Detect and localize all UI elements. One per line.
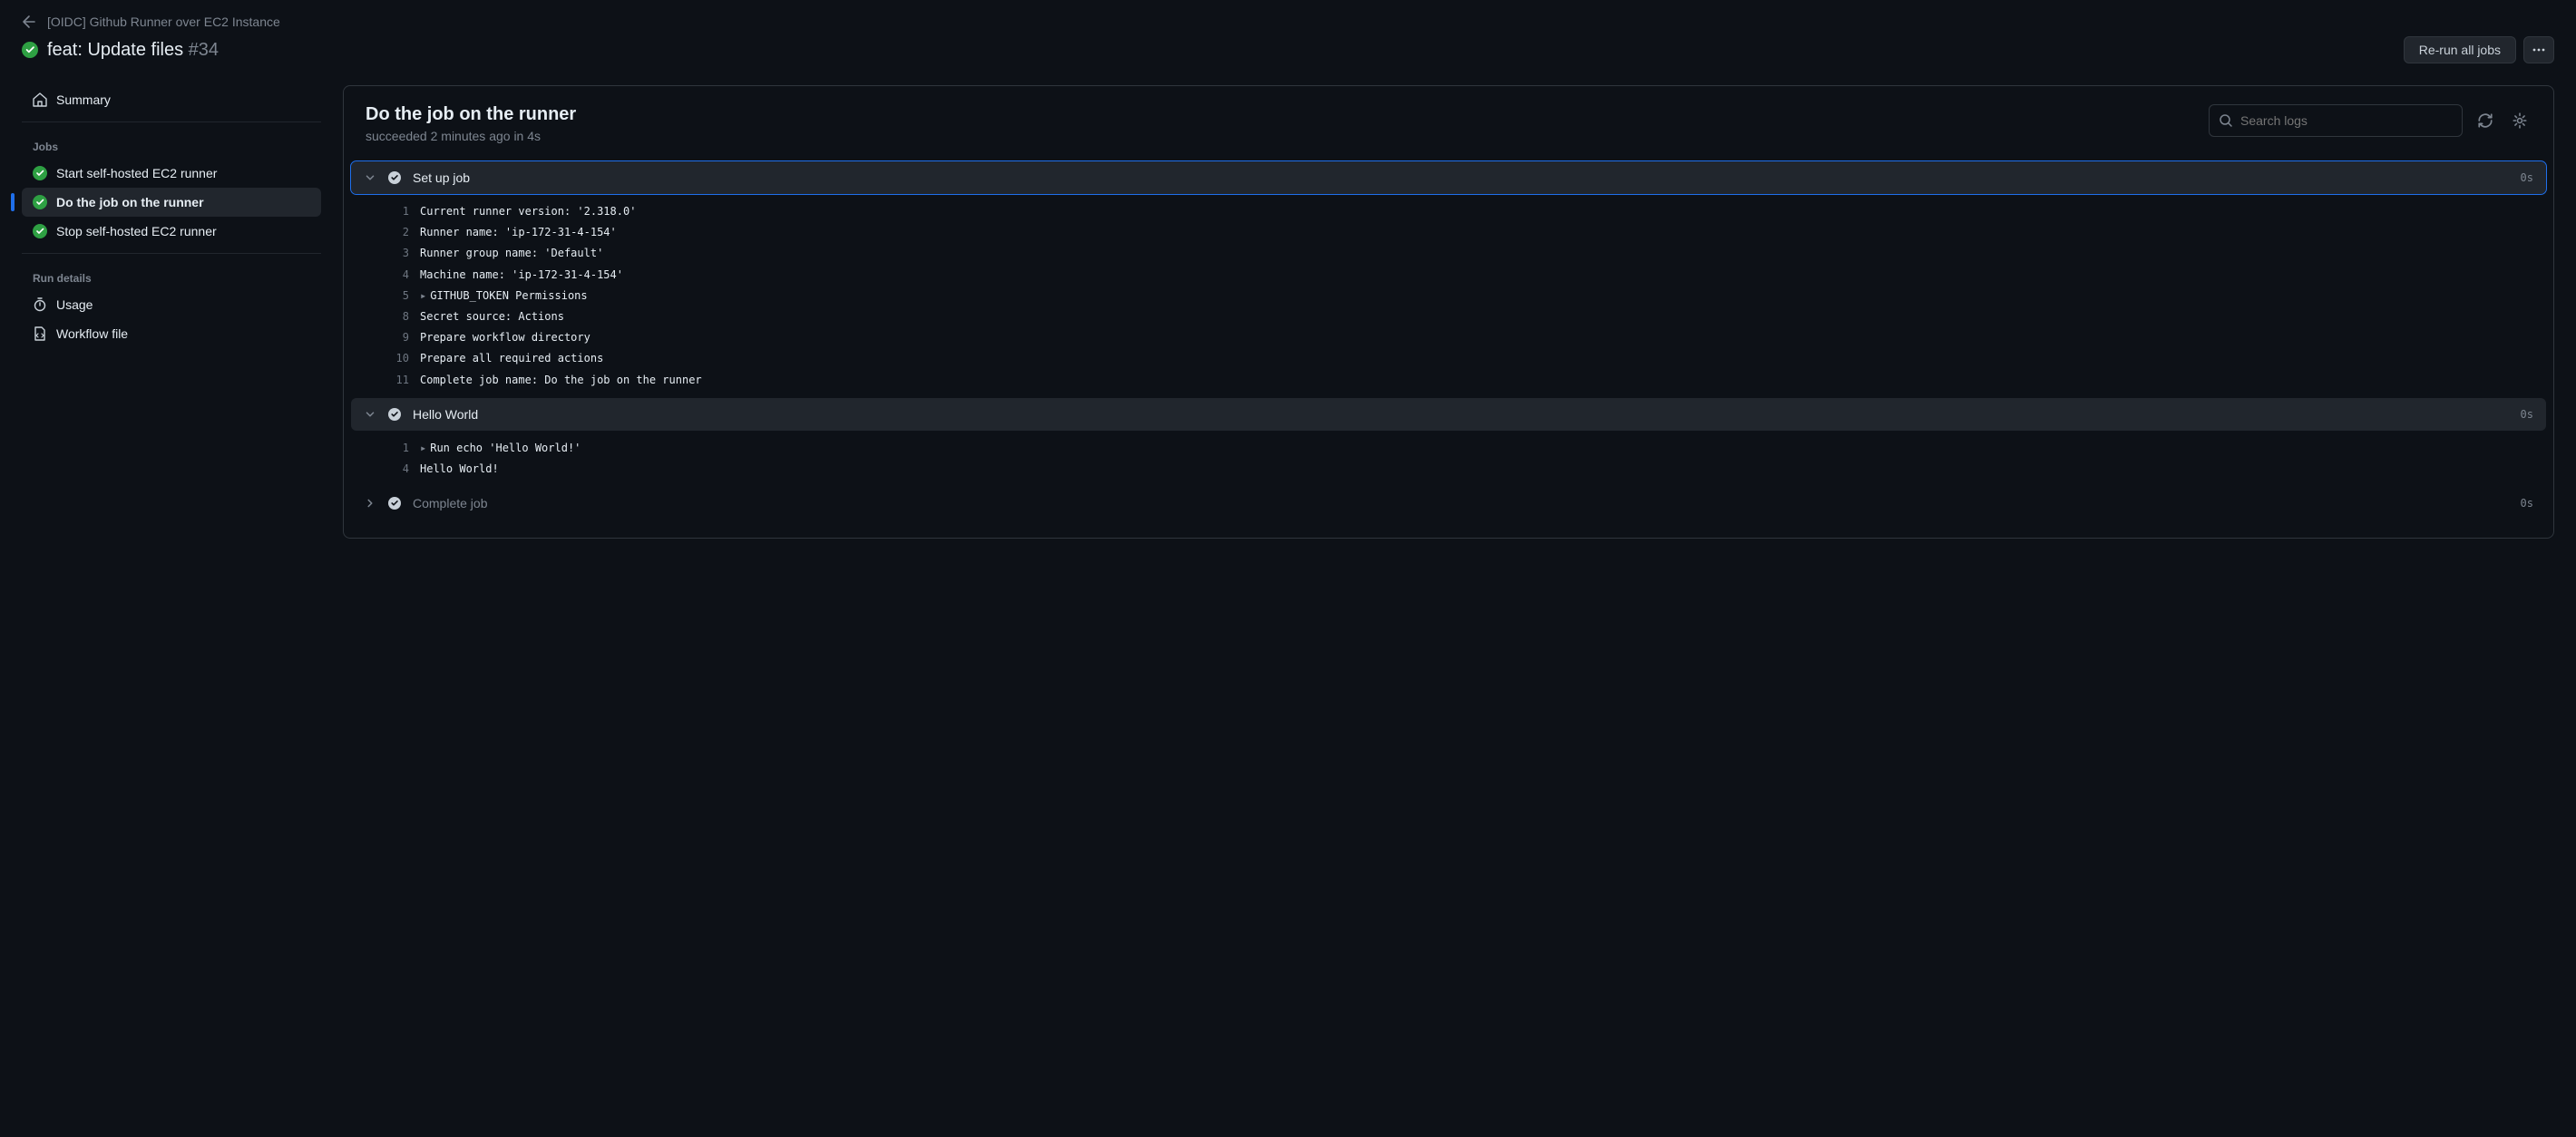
stopwatch-icon bbox=[33, 297, 47, 312]
line-text: Prepare all required actions bbox=[420, 350, 603, 367]
kebab-menu-button[interactable] bbox=[2523, 36, 2554, 63]
log-line[interactable]: 5 ▸GITHUB_TOKEN Permissions bbox=[351, 286, 2546, 306]
step-header[interactable]: Hello World 0s bbox=[351, 398, 2546, 431]
search-logs-input[interactable] bbox=[2240, 113, 2453, 128]
run-title: feat: Update files bbox=[47, 40, 183, 60]
line-text: Prepare workflow directory bbox=[420, 329, 590, 346]
chevron-right-icon bbox=[364, 497, 376, 510]
line-text: Hello World! bbox=[420, 461, 499, 478]
search-logs-wrapper[interactable] bbox=[2209, 104, 2463, 137]
line-number: 5 bbox=[387, 287, 409, 305]
line-text: Runner group name: 'Default' bbox=[420, 245, 603, 262]
job-title: Do the job on the runner bbox=[366, 104, 576, 125]
line-number: 4 bbox=[387, 461, 409, 478]
check-circle-icon bbox=[387, 407, 402, 422]
workflow-file-label: Workflow file bbox=[56, 326, 128, 341]
workflow-name-link[interactable]: [OIDC] Github Runner over EC2 Instance bbox=[47, 15, 280, 29]
line-number: 3 bbox=[387, 245, 409, 262]
log-lines-block: 1 ▸Run echo 'Hello World!' 4 Hello World… bbox=[351, 431, 2546, 487]
breadcrumb: [OIDC] Github Runner over EC2 Instance bbox=[22, 15, 2554, 29]
line-number: 8 bbox=[387, 308, 409, 326]
check-circle-icon bbox=[33, 224, 47, 238]
caret-right-icon: ▸ bbox=[420, 440, 426, 457]
line-text: ▸GITHUB_TOKEN Permissions bbox=[420, 287, 588, 305]
usage-label: Usage bbox=[56, 297, 93, 312]
refresh-logs-button[interactable] bbox=[2474, 109, 2497, 132]
home-icon bbox=[33, 92, 47, 107]
gear-icon bbox=[2512, 112, 2528, 129]
step-name: Set up job bbox=[413, 170, 2510, 185]
line-number: 9 bbox=[387, 329, 409, 346]
job-nav-label: Do the job on the runner bbox=[56, 195, 204, 209]
line-number: 4 bbox=[387, 267, 409, 284]
line-text: Runner name: 'ip-172-31-4-154' bbox=[420, 224, 617, 241]
chevron-down-icon bbox=[364, 171, 376, 184]
log-line[interactable]: 2 Runner name: 'ip-172-31-4-154' bbox=[351, 222, 2546, 243]
step-duration: 0s bbox=[2521, 408, 2533, 421]
caret-right-icon: ▸ bbox=[420, 287, 426, 305]
line-text: Machine name: 'ip-172-31-4-154' bbox=[420, 267, 623, 284]
step-duration: 0s bbox=[2521, 171, 2533, 184]
check-circle-icon bbox=[33, 166, 47, 180]
line-number: 1 bbox=[387, 440, 409, 457]
job-meta: succeeded 2 minutes ago in 4s bbox=[366, 129, 576, 143]
line-text: Complete job name: Do the job on the run… bbox=[420, 372, 702, 389]
job-nav-item[interactable]: Start self-hosted EC2 runner bbox=[22, 159, 321, 188]
step-name: Complete job bbox=[413, 496, 2510, 510]
refresh-icon bbox=[2477, 112, 2493, 129]
kebab-icon bbox=[2532, 43, 2546, 57]
line-text: Current runner version: '2.318.0' bbox=[420, 203, 636, 220]
workflow-file-icon bbox=[33, 326, 47, 341]
usage-nav-item[interactable]: Usage bbox=[22, 290, 321, 319]
log-panel: Do the job on the runner succeeded 2 min… bbox=[343, 85, 2554, 539]
job-nav-label: Start self-hosted EC2 runner bbox=[56, 166, 217, 180]
run-number: #34 bbox=[189, 40, 219, 60]
search-icon bbox=[2219, 113, 2233, 128]
jobs-section-label: Jobs bbox=[22, 130, 321, 159]
line-number: 11 bbox=[387, 372, 409, 389]
log-line[interactable]: 10 Prepare all required actions bbox=[351, 348, 2546, 369]
check-circle-icon bbox=[33, 195, 47, 209]
line-text: ▸Run echo 'Hello World!' bbox=[420, 440, 581, 457]
log-line[interactable]: 1 ▸Run echo 'Hello World!' bbox=[351, 438, 2546, 459]
check-circle-icon bbox=[387, 496, 402, 510]
log-line[interactable]: 8 Secret source: Actions bbox=[351, 306, 2546, 327]
log-line[interactable]: 4 Hello World! bbox=[351, 459, 2546, 480]
run-details-section-label: Run details bbox=[22, 261, 321, 290]
log-settings-button[interactable] bbox=[2508, 109, 2532, 132]
line-number: 1 bbox=[387, 203, 409, 220]
line-number: 2 bbox=[387, 224, 409, 241]
back-arrow-icon[interactable] bbox=[22, 15, 36, 29]
summary-nav-item[interactable]: Summary bbox=[22, 85, 321, 114]
step-duration: 0s bbox=[2521, 497, 2533, 510]
line-text: Secret source: Actions bbox=[420, 308, 564, 326]
step-header[interactable]: Complete job 0s bbox=[351, 487, 2546, 520]
job-nav-label: Stop self-hosted EC2 runner bbox=[56, 224, 217, 238]
run-status-icon bbox=[22, 42, 38, 58]
job-nav-item[interactable]: Stop self-hosted EC2 runner bbox=[22, 217, 321, 246]
line-number: 10 bbox=[387, 350, 409, 367]
log-line[interactable]: 9 Prepare workflow directory bbox=[351, 327, 2546, 348]
step-name: Hello World bbox=[413, 407, 2510, 422]
summary-label: Summary bbox=[56, 92, 111, 107]
step-header[interactable]: Set up job 0s bbox=[351, 161, 2546, 194]
log-line[interactable]: 1 Current runner version: '2.318.0' bbox=[351, 201, 2546, 222]
check-circle-icon bbox=[387, 170, 402, 185]
sidebar: Summary Jobs Start self-hosted EC2 runne… bbox=[22, 85, 321, 539]
log-line[interactable]: 4 Machine name: 'ip-172-31-4-154' bbox=[351, 265, 2546, 286]
chevron-down-icon bbox=[364, 408, 376, 421]
job-nav-item[interactable]: Do the job on the runner bbox=[22, 188, 321, 217]
log-line[interactable]: 11 Complete job name: Do the job on the … bbox=[351, 370, 2546, 391]
log-lines-block: 1 Current runner version: '2.318.0' 2 Ru… bbox=[351, 194, 2546, 398]
workflow-file-nav-item[interactable]: Workflow file bbox=[22, 319, 321, 348]
rerun-all-jobs-button[interactable]: Re-run all jobs bbox=[2404, 36, 2516, 63]
log-line[interactable]: 3 Runner group name: 'Default' bbox=[351, 243, 2546, 264]
